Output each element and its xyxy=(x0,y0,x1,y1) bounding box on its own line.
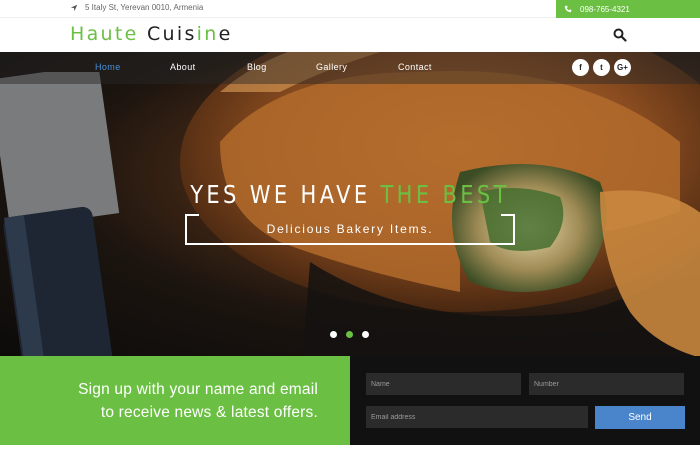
hero-subtitle: Delicious Bakery Items. xyxy=(266,222,434,236)
logo-word-1: Haute xyxy=(70,23,139,45)
signup-cta: Sign up with your name and email to rece… xyxy=(0,356,350,445)
signup-text: Sign up with your name and email to rece… xyxy=(78,378,318,424)
facebook-icon[interactable]: f xyxy=(572,59,589,76)
main-nav: Home About Blog Gallery Contact f t G+ xyxy=(0,52,700,84)
slider-dot-1[interactable] xyxy=(330,331,337,338)
nav-about[interactable]: About xyxy=(170,62,196,72)
headline-green: THE BEST xyxy=(380,180,510,209)
nav-gallery[interactable]: Gallery xyxy=(316,62,347,72)
site-logo[interactable]: Haute Cuisine xyxy=(70,23,233,45)
number-field[interactable] xyxy=(529,373,684,395)
slider-dot-2[interactable] xyxy=(346,331,353,338)
bottom-strip xyxy=(0,445,700,450)
nav-home[interactable]: Home xyxy=(95,62,121,72)
email-field[interactable] xyxy=(366,406,588,428)
logo-word-2c: e xyxy=(218,23,233,45)
twitter-icon[interactable]: t xyxy=(593,59,610,76)
google-plus-icon[interactable]: G+ xyxy=(614,59,631,76)
headline-white: YES WE HAVE xyxy=(190,180,381,209)
frame-bottom-line xyxy=(187,243,513,245)
name-field[interactable] xyxy=(366,373,521,395)
address-text: 5 Italy St, Yerevan 0010, Armenia xyxy=(85,3,204,12)
phone-bar[interactable]: 098-765-4321 xyxy=(556,0,700,18)
location-arrow-icon xyxy=(70,4,78,11)
search-icon[interactable] xyxy=(612,27,628,43)
subtitle-frame: Delicious Bakery Items. xyxy=(185,214,515,245)
hero-banner: Home About Blog Gallery Contact f t G+ Y… xyxy=(0,52,700,356)
header: Haute Cuisine xyxy=(0,18,700,52)
nav-contact[interactable]: Contact xyxy=(398,62,432,72)
slider-dots xyxy=(330,331,369,338)
phone-icon xyxy=(564,5,572,13)
logo-word-2a: Cuis xyxy=(146,23,197,45)
knife-image xyxy=(0,72,120,356)
address: 5 Italy St, Yerevan 0010, Armenia xyxy=(70,3,203,12)
phone-number: 098-765-4321 xyxy=(580,4,630,14)
signup-form xyxy=(350,356,700,445)
slider-dot-3[interactable] xyxy=(362,331,369,338)
signup-line-2: to receive news & latest offers. xyxy=(100,404,318,421)
send-button[interactable]: Send xyxy=(595,406,685,429)
signup-line-1: Sign up with your name and email xyxy=(78,381,318,398)
logo-word-2b: in xyxy=(196,23,219,45)
hero-headline: YES WE HAVE THE BEST xyxy=(56,180,644,209)
nav-blog[interactable]: Blog xyxy=(247,62,267,72)
top-bar: 5 Italy St, Yerevan 0010, Armenia 098-76… xyxy=(0,0,700,18)
